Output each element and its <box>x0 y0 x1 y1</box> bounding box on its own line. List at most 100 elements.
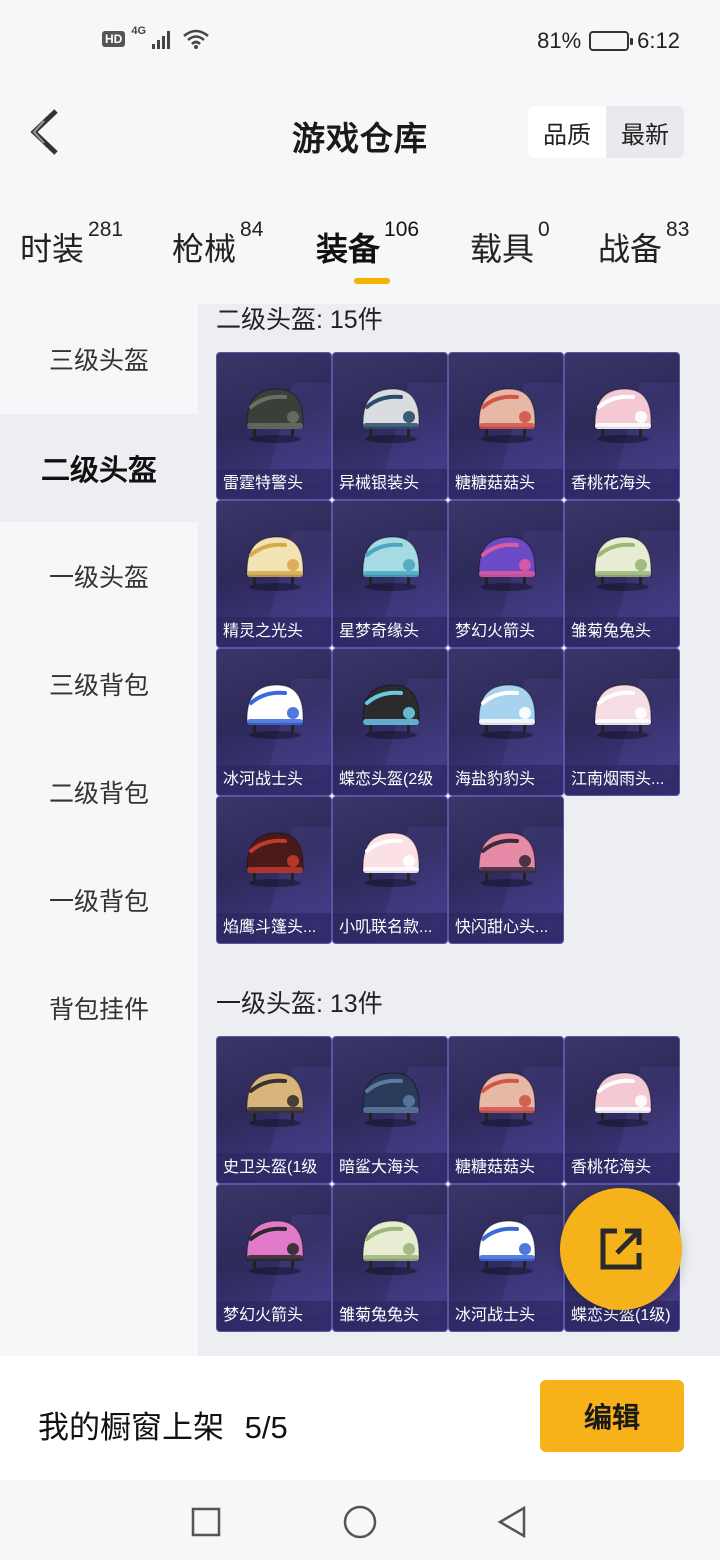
item-card[interactable]: 焰鹰斗篷头... <box>216 796 332 944</box>
item-name: 海盐豹豹头 <box>449 765 563 795</box>
item-name: 星梦奇缘头 <box>333 617 447 647</box>
home-button[interactable] <box>340 1502 380 1542</box>
chevron-left-icon <box>30 109 58 155</box>
helmet-icon <box>246 684 304 739</box>
status-right: 81% 6:12 <box>537 28 680 54</box>
tab-gear[interactable]: 战备83 <box>598 218 689 270</box>
item-card[interactable]: 雏菊兔兔头 <box>332 1184 448 1332</box>
item-card[interactable]: 香桃花海头 <box>564 1036 680 1184</box>
item-card[interactable]: 精灵之光头 <box>216 500 332 648</box>
helmet-icon <box>594 388 652 443</box>
item-card[interactable]: 雷霆特警头 <box>216 352 332 500</box>
triangle-back-icon <box>497 1505 526 1539</box>
item-card[interactable]: 糖糖菇菇头 <box>448 1036 564 1184</box>
item-card[interactable]: 小叽联名款... <box>332 796 448 944</box>
tab-label: 载具 <box>470 231 535 267</box>
sidebar-item-level3-helmet[interactable]: 三级头盔 <box>0 304 198 414</box>
item-name: 小叽联名款... <box>333 913 447 943</box>
item-name: 江南烟雨头... <box>565 765 679 795</box>
item-card[interactable]: 梦幻火箭头 <box>216 1184 332 1332</box>
item-card[interactable]: 快闪甜心头... <box>448 796 564 944</box>
tab-label: 枪械 <box>172 231 237 267</box>
tab-equipment[interactable]: 装备106 <box>316 218 419 270</box>
item-card[interactable]: 异械银装头 <box>332 352 448 500</box>
back-nav-button[interactable] <box>492 1502 532 1542</box>
showcase-text: 我的橱窗上架 <box>38 1410 224 1445</box>
showcase-count: 5/5 <box>244 1410 288 1445</box>
sidebar-item-level1-helmet[interactable]: 一级头盔 <box>0 522 198 630</box>
sort-quality-option[interactable]: 品质 <box>528 106 606 158</box>
item-name: 蝶恋头盔(2级 <box>333 765 447 795</box>
item-card[interactable]: 糖糖菇菇头 <box>448 352 564 500</box>
circle-icon <box>343 1505 377 1539</box>
grid-level2: 雷霆特警头 异械银装头 糖糖菇菇头 香桃花海头精灵之光头 星梦奇缘头 梦幻火箭头 雏菊兔兔头… <box>216 352 702 944</box>
recent-apps-button[interactable] <box>186 1502 226 1542</box>
item-card[interactable]: 梦幻火箭头 <box>448 500 564 648</box>
showcase-bar: 我的橱窗上架 5/5 编辑 <box>0 1356 720 1480</box>
helmet-icon <box>362 388 420 443</box>
item-name: 糖糖菇菇头 <box>449 469 563 499</box>
item-name: 梦幻火箭头 <box>217 1301 331 1331</box>
tab-guns[interactable]: 枪械84 <box>172 218 263 270</box>
tab-label: 装备 <box>316 231 381 267</box>
item-card[interactable]: 蝶恋头盔(2级 <box>332 648 448 796</box>
item-card[interactable]: 香桃花海头 <box>564 352 680 500</box>
item-name: 雏菊兔兔头 <box>333 1301 447 1331</box>
sort-newest-option[interactable]: 最新 <box>606 106 684 158</box>
helmet-icon <box>246 1220 304 1275</box>
tab-count: 83 <box>666 218 690 241</box>
item-name: 冰河战士头 <box>217 765 331 795</box>
sidebar-item-backpack-charm[interactable]: 背包挂件 <box>0 954 198 1062</box>
tab-count: 106 <box>384 218 420 241</box>
item-name: 快闪甜心头... <box>449 913 563 943</box>
sidebar-item-level1-backpack[interactable]: 一级背包 <box>0 846 198 954</box>
tab-label: 时装 <box>20 231 85 267</box>
item-name: 暗鲨大海头 <box>333 1153 447 1183</box>
item-card[interactable]: 海盐豹豹头 <box>448 648 564 796</box>
item-card[interactable]: 江南烟雨头... <box>564 648 680 796</box>
sidebar-item-level3-backpack[interactable]: 三级背包 <box>0 630 198 738</box>
share-fab-button[interactable] <box>560 1188 682 1310</box>
battery-icon <box>589 31 634 51</box>
helmet-icon <box>362 684 420 739</box>
category-tabs: 时装281 枪械84 装备106 载具0 战备83 <box>0 182 720 304</box>
square-icon <box>191 1507 221 1537</box>
sidebar-item-level2-helmet[interactable]: 二级头盔 <box>0 414 198 522</box>
item-card[interactable]: 暗鲨大海头 <box>332 1036 448 1184</box>
helmet-icon <box>246 388 304 443</box>
tab-label: 战备 <box>598 231 663 267</box>
item-name: 雷霆特警头 <box>217 469 331 499</box>
helmet-icon <box>478 684 536 739</box>
item-name: 精灵之光头 <box>217 617 331 647</box>
item-name: 雏菊兔兔头 <box>565 617 679 647</box>
item-name: 史卫头盔(1级 <box>217 1153 331 1183</box>
status-left: HD 4G <box>102 25 210 50</box>
battery-percent: 81% <box>537 28 582 53</box>
back-button[interactable] <box>20 104 70 160</box>
item-card[interactable]: 星梦奇缘头 <box>332 500 448 648</box>
item-name: 异械银装头 <box>333 469 447 499</box>
helmet-icon <box>362 832 420 887</box>
tab-vehicles[interactable]: 载具0 <box>470 218 550 270</box>
system-nav-bar <box>0 1480 720 1560</box>
sidebar-item-level2-backpack[interactable]: 二级背包 <box>0 738 198 846</box>
tab-count: 0 <box>538 218 550 241</box>
edit-button[interactable]: 编辑 <box>540 1380 684 1452</box>
item-card[interactable]: 雏菊兔兔头 <box>564 500 680 648</box>
tab-fashion[interactable]: 时装281 <box>20 218 123 270</box>
tab-count: 84 <box>240 218 264 241</box>
signal-icon <box>152 29 171 49</box>
item-name: 糖糖菇菇头 <box>449 1153 563 1183</box>
helmet-icon <box>594 684 652 739</box>
header: 游戏仓库 品质 最新 <box>0 86 720 182</box>
helmet-icon <box>362 1072 420 1127</box>
helmet-icon <box>246 536 304 591</box>
helmet-icon <box>594 536 652 591</box>
item-card[interactable]: 冰河战士头 <box>448 1184 564 1332</box>
item-card[interactable]: 冰河战士头 <box>216 648 332 796</box>
status-bar: HD 4G 81% 6:12 <box>0 0 720 86</box>
helmet-icon <box>478 1072 536 1127</box>
item-card[interactable]: 史卫头盔(1级 <box>216 1036 332 1184</box>
network-type: 4G <box>131 25 147 37</box>
helmet-icon <box>246 1072 304 1127</box>
